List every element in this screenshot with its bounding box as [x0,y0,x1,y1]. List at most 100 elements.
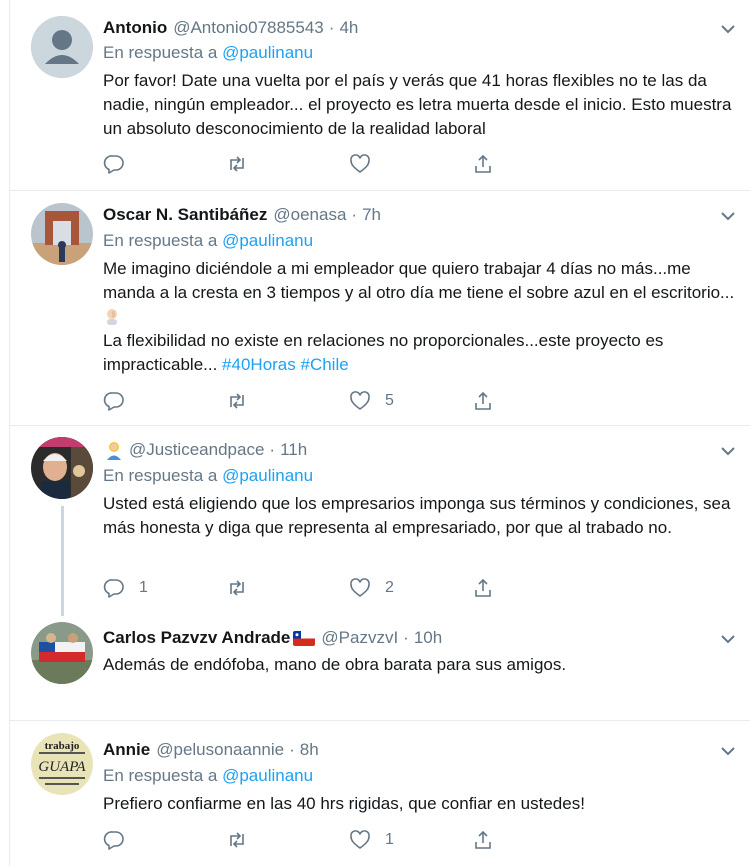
separator-dot: · [328,18,335,37]
share-icon [475,830,491,849]
reply-button[interactable]: 1 [103,576,148,600]
tweet-text-part: La flexibilidad no existe en relaciones … [103,331,664,374]
reply-mention-link[interactable]: @paulinanu [222,231,313,250]
reply-count: 1 [139,579,148,596]
tweet-text: Prefiero confiarme en las 40 hrs rigidas… [103,794,585,813]
reply-button[interactable] [103,152,139,176]
author-name[interactable]: Carlos Pazvzv Andrade [103,628,290,648]
caret-down-icon[interactable] [719,207,737,225]
like-count: 5 [385,392,394,409]
caret-down-icon[interactable] [719,630,737,648]
like-button[interactable]: 1 [349,828,394,852]
tweet-text: Me imagino diciéndole a mi empleador que… [103,257,738,377]
reply-icon [103,831,124,850]
author-handle[interactable]: @PazvzvI [321,628,398,648]
reply-prefix: En respuesta a [103,43,218,62]
reply-context: En respuesta a @paulinanu [103,43,313,63]
hashtag-link[interactable]: #40Horas [222,355,296,374]
avatar-text: trabajo [45,740,80,752]
like-count: 1 [385,831,394,848]
share-button[interactable] [472,152,494,176]
timestamp[interactable]: 4h [339,18,358,38]
avatar-emoji-icon [103,439,125,461]
author-handle[interactable]: @oenasa [273,205,346,225]
share-icon [475,391,491,410]
reply-prefix: En respuesta a [103,231,218,250]
reply-icon [103,579,124,598]
reply-prefix: En respuesta a [103,766,218,785]
tweet-actions: 1 2 [103,576,503,600]
reply-mention-link[interactable]: @paulinanu [222,43,313,62]
like-button[interactable]: 5 [349,389,394,413]
like-icon [350,154,370,173]
share-icon [475,578,491,597]
reply-context: En respuesta a @paulinanu [103,766,313,786]
tweet[interactable]: Oscar N. Santibáñez @oenasa · 7h En resp… [10,191,750,425]
avatar[interactable] [31,16,93,78]
reply-button[interactable] [103,389,139,413]
tweet-text: Usted está eligiendo que los empresarios… [103,494,731,537]
retweet-icon [230,832,244,848]
retweet-icon [230,580,244,596]
like-icon [350,391,370,410]
hashtag-link[interactable]: #Chile [301,355,349,374]
share-button[interactable] [472,828,494,852]
author-handle[interactable]: @Justiceandpace [129,440,264,460]
author-name[interactable]: Antonio [103,18,167,38]
like-icon [350,830,370,849]
like-button[interactable]: 2 [349,576,394,600]
like-icon [350,578,370,597]
retweet-button[interactable] [226,576,262,600]
tweet-actions [103,152,503,176]
facepalm-emoji-icon [103,307,121,325]
reply-context: En respuesta a @paulinanu [103,466,313,486]
share-button[interactable] [472,389,494,413]
timestamp[interactable]: 10h [414,628,442,648]
caret-down-icon[interactable] [719,742,737,760]
tweet-feed: Antonio @Antonio07885543 · 4h En respues… [9,0,750,866]
reply-mention-link[interactable]: @paulinanu [222,466,313,485]
tweet[interactable]: trabajo GUAPA Annie @pelusonaannie · 8h … [10,721,750,866]
tweet-text-part: Me imagino diciéndole a mi empleador que… [103,259,735,302]
share-button[interactable] [472,576,494,600]
avatar[interactable] [31,203,93,265]
separator-dot: · [269,440,276,459]
tweet-actions: 5 [103,389,503,413]
tweet-actions: 1 [103,828,503,852]
author-handle[interactable]: @pelusonaannie [156,740,284,760]
timestamp[interactable]: 8h [300,740,319,760]
separator-dot: · [403,628,409,647]
caret-down-icon[interactable] [719,442,737,460]
avatar-text: GUAPA [38,759,86,775]
tweet-text: Por favor! Date una vuelta por el país y… [103,71,732,138]
timestamp[interactable]: 7h [362,205,381,225]
reply-icon [103,392,124,411]
avatar[interactable]: trabajo GUAPA [31,733,93,795]
reply-button[interactable] [103,828,139,852]
tweet[interactable]: Carlos Pazvzv Andrade @PazvzvI · 10h Ade… [10,616,750,720]
share-icon [475,154,491,173]
thread-line [61,506,64,616]
retweet-button[interactable] [226,389,262,413]
author-name[interactable]: Oscar N. Santibáñez [103,205,267,225]
author-name[interactable]: Annie [103,740,150,760]
separator-dot: · [289,740,295,759]
retweet-icon [230,156,244,172]
separator-dot: · [351,205,358,224]
reply-mention-link[interactable]: @paulinanu [222,766,313,785]
tweet[interactable]: Antonio @Antonio07885543 · 4h En respues… [10,0,750,190]
reply-icon [103,155,124,174]
like-button[interactable] [349,152,385,176]
tweet-text: Además de endófoba, mano de obra barata … [103,655,567,674]
timestamp[interactable]: 11h [280,440,307,460]
like-count: 2 [385,579,394,596]
retweet-button[interactable] [226,152,262,176]
author-handle[interactable]: @Antonio07885543 [173,18,324,38]
caret-down-icon[interactable] [719,20,737,38]
retweet-button[interactable] [226,828,262,852]
avatar[interactable] [31,622,93,684]
avatar[interactable] [31,437,93,499]
retweet-icon [230,393,244,409]
reply-context: En respuesta a @paulinanu [103,231,313,251]
tweet[interactable]: @Justiceandpace · 11h En respuesta a @pa… [10,426,750,616]
